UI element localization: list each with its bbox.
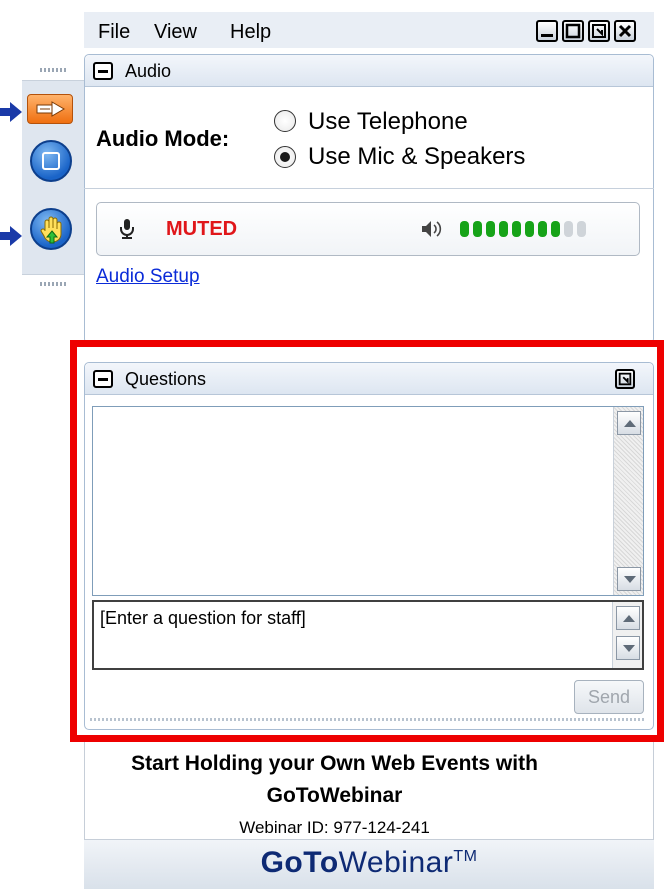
microphone-icon[interactable]	[118, 218, 136, 240]
audio-panel-title: Audio	[125, 61, 172, 81]
level-dot	[486, 221, 495, 237]
webinar-id: Webinar ID: 977-124-241	[239, 818, 430, 837]
pointer-arrow-icon	[0, 102, 22, 122]
show-hide-panel-button[interactable]	[27, 94, 73, 124]
gotowebinar-logo: GoToWebinarTM	[84, 846, 654, 880]
toolbar-grip-top[interactable]	[22, 58, 84, 82]
level-dot	[525, 221, 534, 237]
audio-panel-header: Audio	[85, 55, 653, 87]
popout-button[interactable]	[588, 20, 610, 42]
popout-icon	[592, 24, 606, 38]
minimize-button[interactable]	[536, 20, 558, 42]
menu-help[interactable]: Help	[230, 21, 271, 44]
maximize-icon	[565, 23, 581, 39]
window-square-icon	[42, 152, 60, 170]
screen-view-button[interactable]	[30, 140, 72, 182]
level-dot	[564, 221, 573, 237]
level-dot	[473, 221, 482, 237]
logo-bold-part: GoTo	[260, 846, 339, 879]
toolbar-grip-bottom[interactable]	[22, 272, 84, 296]
radio-use-mic-speakers-label[interactable]: Use Mic & Speakers	[308, 143, 525, 171]
pointer-arrow-icon	[0, 226, 22, 246]
level-dot	[499, 221, 508, 237]
menu-file[interactable]: File	[98, 21, 130, 44]
level-dot	[460, 221, 469, 237]
menu-view[interactable]: View	[154, 21, 197, 44]
promo-product-name: GoToWebinar	[266, 784, 403, 807]
close-icon	[618, 24, 632, 38]
level-dot	[577, 221, 586, 237]
minimize-icon	[541, 34, 553, 37]
menu-bar: File View Help	[84, 12, 654, 48]
level-dot	[512, 221, 521, 237]
audio-mode-label: Audio Mode:	[96, 126, 230, 151]
radio-use-telephone[interactable]	[274, 110, 296, 132]
radio-use-mic-speakers[interactable]	[274, 146, 296, 168]
level-dot	[538, 221, 547, 237]
raise-hand-button[interactable]	[30, 208, 72, 250]
maximize-button[interactable]	[562, 20, 584, 42]
speaker-icon	[422, 221, 442, 237]
close-button[interactable]	[614, 20, 636, 42]
highlight-frame	[70, 340, 664, 742]
collapse-audio-button[interactable]	[93, 62, 113, 80]
audio-panel: Audio	[84, 54, 654, 344]
logo-trademark: TM	[453, 848, 478, 865]
promo-headline: Start Holding your Own Web Events with	[131, 752, 538, 775]
mute-status: MUTED	[166, 218, 238, 240]
audio-setup-link[interactable]: Audio Setup	[96, 266, 200, 288]
divider	[84, 188, 654, 189]
level-dot	[551, 221, 560, 237]
footer: GoToWebinarTM	[84, 840, 654, 889]
logo-rest-part: Webinar	[338, 846, 454, 879]
radio-use-telephone-label[interactable]: Use Telephone	[308, 108, 468, 136]
